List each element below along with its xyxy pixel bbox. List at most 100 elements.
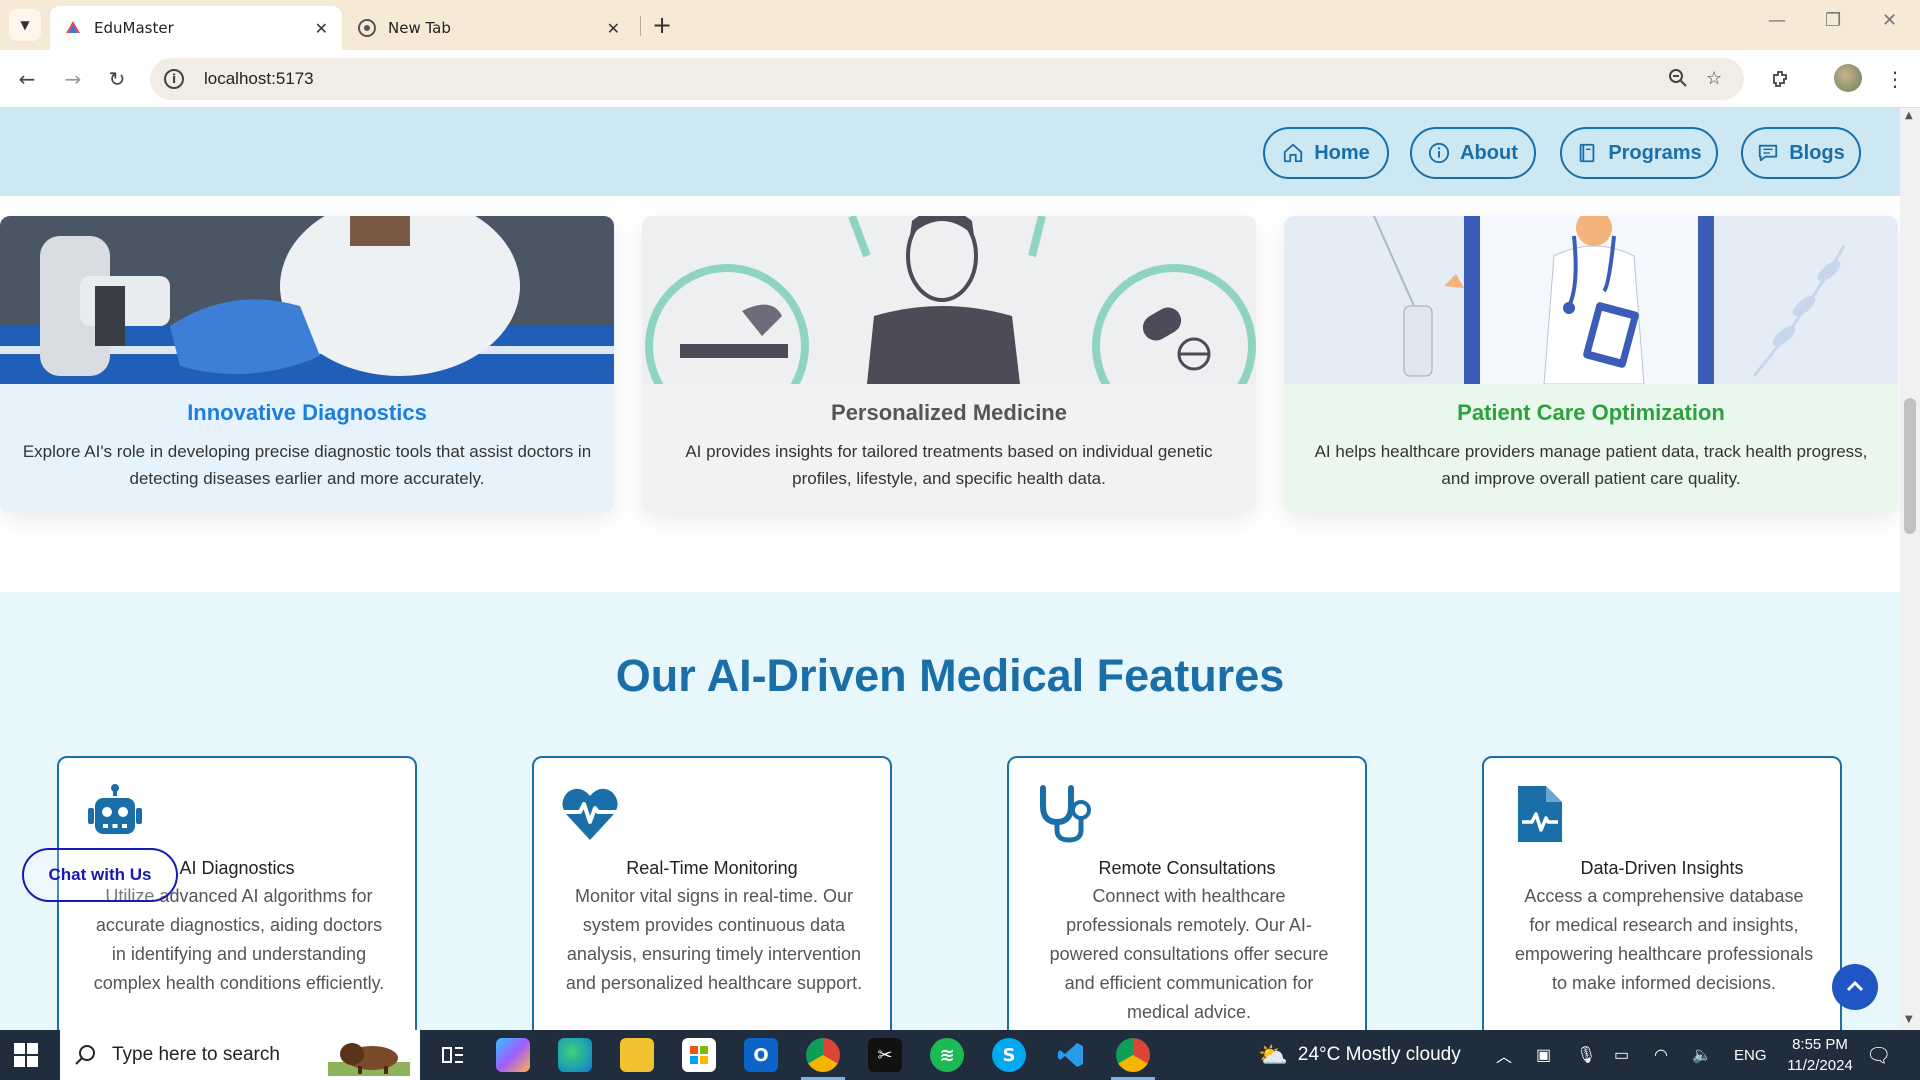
windows-start-icon[interactable] — [14, 1043, 38, 1067]
card-text: AI helps healthcare providers manage pat… — [1314, 442, 1868, 488]
microsoft-store-app-icon[interactable] — [682, 1038, 716, 1072]
scroll-up-arrow-icon[interactable]: ▲ — [1905, 110, 1913, 121]
chrome-app-icon[interactable] — [806, 1038, 840, 1072]
back-icon[interactable]: ← — [12, 64, 42, 94]
new-tab-icon[interactable]: + — [652, 12, 672, 38]
forward-icon[interactable]: → — [58, 64, 88, 94]
features-section: Our AI-Driven Medical Features AI Diagno… — [0, 592, 1900, 1030]
features-heading: Our AI-Driven Medical Features — [615, 650, 1285, 701]
tab-title: EduMaster — [94, 19, 174, 37]
nav-home-label: Home — [1314, 141, 1370, 164]
nav-home-button[interactable]: Home — [1263, 127, 1389, 179]
card-body: Innovative Diagnostics Explore AI's role… — [0, 384, 614, 512]
file-medical-icon — [1518, 786, 1562, 842]
innovative-diagnostics-card[interactable]: Innovative Diagnostics Explore AI's role… — [0, 216, 614, 512]
top-cards-section: Innovative Diagnostics Explore AI's role… — [0, 196, 1900, 592]
nav-about-button[interactable]: About — [1410, 127, 1536, 179]
feature-title: Data-Driven Insights — [1580, 858, 1744, 878]
nav-blogs-button[interactable]: Blogs — [1741, 127, 1861, 179]
chat-with-us-button[interactable]: Chat with Us — [22, 848, 178, 902]
chevron-up-icon — [1846, 980, 1864, 992]
close-tab-icon[interactable]: ✕ — [607, 19, 620, 38]
taskbar-clock[interactable]: 8:55 PM 11/2/2024 — [1780, 1034, 1860, 1076]
feature-title: Real-Time Monitoring — [626, 858, 798, 878]
bookmark-star-icon[interactable]: ☆ — [1706, 68, 1722, 89]
tab-edumaster[interactable]: EduMaster ✕ — [50, 6, 342, 50]
stethoscope-icon — [1040, 785, 1091, 843]
tab-new-tab[interactable]: New Tab ✕ — [344, 6, 634, 50]
tab-title: New Tab — [388, 19, 451, 37]
menu-kebab-icon[interactable]: ⋮ — [1880, 64, 1910, 94]
clock-date: 11/2/2024 — [1787, 1057, 1853, 1074]
close-tab-icon[interactable]: ✕ — [315, 19, 328, 38]
feature-title: Remote Consultations — [1098, 858, 1276, 878]
doctor-illustration — [1284, 216, 1898, 384]
feature-text: Connect with healthcare professionals re… — [1049, 886, 1329, 1022]
meet-now-icon[interactable]: ▣ — [1536, 1030, 1551, 1080]
microphone-icon[interactable]: 🎙 — [1576, 1030, 1596, 1080]
skype-app-icon[interactable]: S — [992, 1038, 1026, 1072]
browser-tab-strip: ▼ EduMaster ✕ New Tab ✕ + — ❐ ✕ — [0, 0, 1920, 50]
personalized-medicine-card[interactable]: Personalized Medicine AI provides insigh… — [642, 216, 1256, 512]
file-explorer-app-icon[interactable] — [620, 1038, 654, 1072]
nav-about-label: About — [1460, 141, 1518, 164]
capcut-app-icon[interactable]: ✂ — [868, 1038, 902, 1072]
page-scrollbar[interactable]: ▲ ▼ — [1900, 108, 1920, 1030]
wifi-icon[interactable]: ◠ — [1654, 1030, 1668, 1080]
spotify-app-icon[interactable]: ≋ — [930, 1038, 964, 1072]
reload-icon[interactable]: ↻ — [102, 64, 132, 94]
personalized-medicine-illustration — [642, 216, 1256, 384]
restore-icon[interactable]: ❐ — [1825, 10, 1841, 31]
close-window-icon[interactable]: ✕ — [1882, 10, 1897, 31]
weather-text: 24°C Mostly cloudy — [1297, 1044, 1461, 1065]
home-icon — [1284, 143, 1303, 163]
battery-icon[interactable]: ▭ — [1614, 1030, 1629, 1080]
tab-search-dropdown[interactable]: ▼ — [9, 9, 41, 41]
book-icon — [1579, 143, 1595, 163]
scroll-down-arrow-icon[interactable]: ▼ — [1905, 1014, 1913, 1025]
card-title: Innovative Diagnostics — [187, 400, 427, 425]
url-text: localhost:5173 — [204, 69, 314, 88]
card-text: AI provides insights for tailored treatm… — [685, 442, 1213, 488]
volume-icon[interactable]: 🔈 — [1692, 1030, 1712, 1080]
feature-card-data-driven-insights[interactable]: Data-Driven Insights Access a comprehens… — [1482, 756, 1842, 1030]
scroll-thumb[interactable] — [1904, 398, 1916, 534]
card-body: Patient Care Optimization AI helps healt… — [1284, 384, 1898, 512]
address-bar[interactable]: i localhost:5173 ☆ — [150, 58, 1744, 100]
browser-toolbar: ← → ↻ i localhost:5173 ☆ ⋮ — [0, 50, 1920, 108]
language-indicator[interactable]: ENG — [1734, 1030, 1767, 1080]
card-body: Personalized Medicine AI provides insigh… — [642, 384, 1256, 512]
task-view-icon[interactable] — [436, 1038, 470, 1072]
site-navbar: Home About Programs Blogs — [0, 108, 1900, 196]
show-hidden-icons-icon[interactable]: ︿ — [1496, 1030, 1512, 1080]
minimize-icon[interactable]: — — [1768, 10, 1786, 31]
weather-widget[interactable]: ⛅ 24°C Mostly cloudy — [1258, 1030, 1461, 1080]
bison-search-highlight-icon — [328, 1043, 410, 1076]
tab-separator — [640, 16, 641, 36]
search-icon — [75, 1045, 95, 1065]
taskbar-search-box[interactable]: Type here to search — [60, 1030, 420, 1080]
profile-avatar[interactable] — [1834, 64, 1862, 92]
extensions-icon[interactable] — [1766, 64, 1796, 94]
notifications-icon[interactable]: 🗨 — [1866, 1030, 1891, 1080]
card-text: Explore AI's role in developing precise … — [22, 442, 592, 488]
site-info-icon[interactable]: i — [164, 69, 184, 89]
chat-icon — [1759, 144, 1778, 162]
clock-time: 8:55 PM — [1792, 1036, 1848, 1053]
outlook-app-icon[interactable]: O — [744, 1038, 778, 1072]
scroll-to-top-button[interactable] — [1832, 964, 1878, 1010]
feature-card-real-time-monitoring[interactable]: Real-Time Monitoring Monitor vital signs… — [532, 756, 892, 1030]
edge-app-icon[interactable] — [558, 1038, 592, 1072]
chrome-favicon-icon — [358, 19, 376, 37]
card-title: Personalized Medicine — [831, 400, 1067, 425]
vscode-app-icon[interactable] — [1054, 1038, 1088, 1072]
lab-microscope-image — [0, 216, 614, 384]
patient-care-optimization-card[interactable]: Patient Care Optimization AI helps healt… — [1284, 216, 1898, 512]
zoom-icon[interactable] — [1668, 68, 1688, 93]
nav-programs-button[interactable]: Programs — [1560, 127, 1718, 179]
edumaster-favicon-icon — [64, 19, 82, 37]
chrome-profile-app-icon[interactable] — [1116, 1038, 1150, 1072]
page-viewport: Home About Programs Blogs Innovative Dia… — [0, 108, 1900, 1030]
copilot-app-icon[interactable] — [496, 1038, 530, 1072]
feature-card-remote-consultations[interactable]: Remote Consultations Connect with health… — [1007, 756, 1367, 1030]
